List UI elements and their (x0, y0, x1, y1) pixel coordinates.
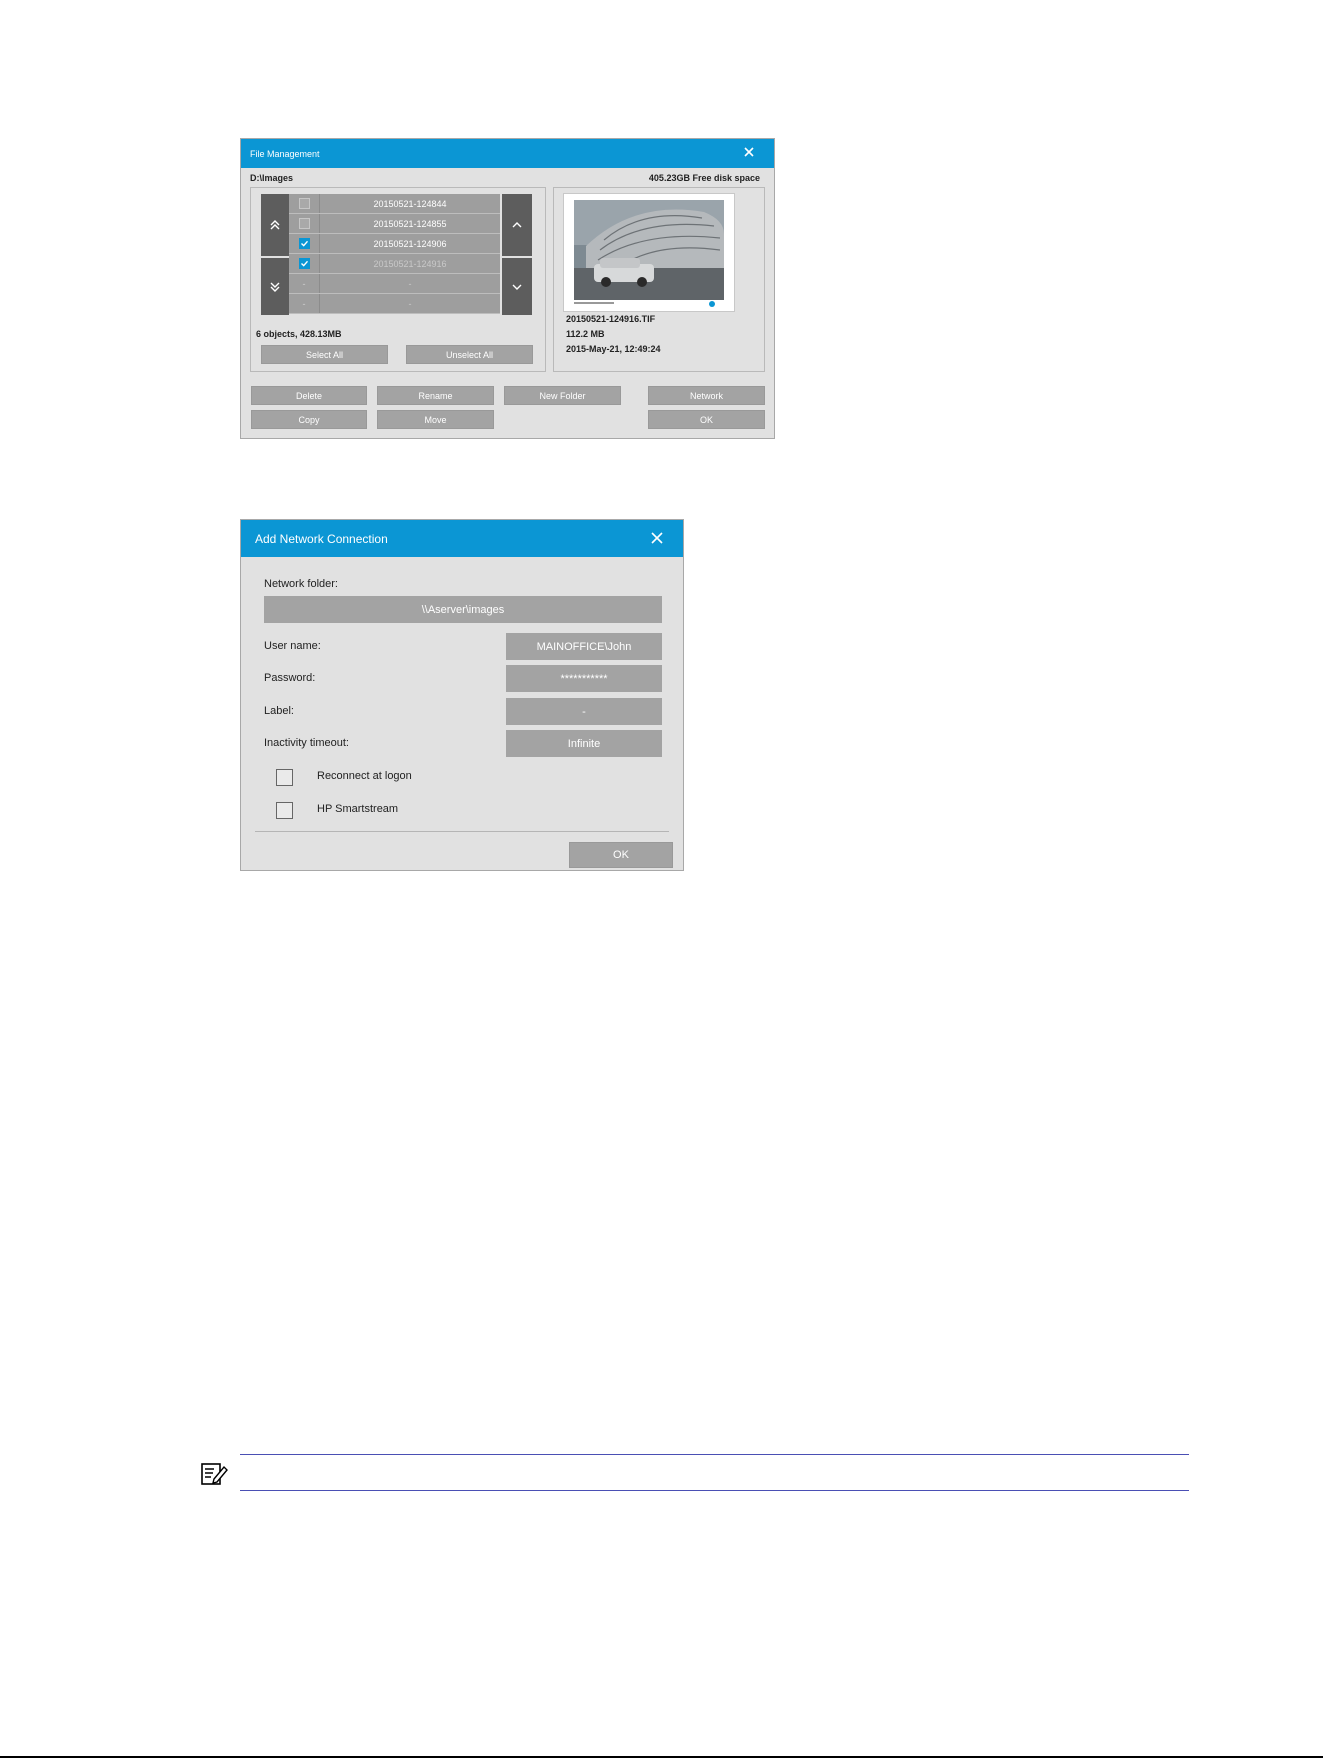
ok-button[interactable]: OK (648, 410, 765, 429)
reconnect-at-logon-checkbox[interactable] (276, 769, 293, 786)
delete-button[interactable]: Delete (251, 386, 367, 405)
list-item[interactable]: 20150521-124916 (289, 254, 500, 274)
note-bottom-rule (240, 1490, 1189, 1491)
empty-checkbox-placeholder: - (302, 298, 306, 309)
reconnect-at-logon-label: Reconnect at logon (317, 770, 412, 782)
file-checkbox[interactable] (298, 258, 310, 269)
hp-smartstream-label: HP Smartstream (317, 803, 399, 815)
list-item: - - (289, 274, 500, 294)
note-top-rule (240, 1454, 1189, 1455)
file-name: - (408, 298, 412, 309)
scroll-bottom-button[interactable] (261, 258, 289, 315)
empty-checkbox-placeholder: - (302, 278, 306, 289)
user-name-label: User name: (264, 640, 321, 652)
preview-size: 112.2 MB (566, 329, 605, 339)
file-checkbox[interactable] (298, 218, 310, 229)
user-name-field[interactable]: MAINOFFICE\John (506, 633, 662, 660)
password-field[interactable]: *********** (506, 665, 662, 692)
close-icon[interactable] (649, 530, 665, 549)
file-name: 20150521-124855 (373, 218, 447, 229)
chevron-up-icon (512, 222, 522, 228)
label-label: Label: (264, 705, 294, 717)
move-button[interactable]: Move (377, 410, 494, 429)
image-preview (563, 193, 735, 312)
password-label: Password: (264, 672, 316, 684)
scroll-top-button[interactable] (261, 194, 289, 256)
file-name: 20150521-124906 (373, 238, 447, 249)
checkmark-icon (300, 240, 308, 247)
network-folder-field[interactable]: \\Aserver\images (264, 596, 662, 623)
label-field[interactable]: - (506, 698, 662, 725)
divider (255, 831, 669, 832)
free-disk-space: 405.23GB Free disk space (648, 173, 760, 183)
list-item[interactable]: 20150521-124855 (289, 214, 500, 234)
new-folder-button[interactable]: New Folder (504, 386, 621, 405)
inactivity-timeout-label: Inactivity timeout: (264, 737, 349, 749)
network-button[interactable]: Network (648, 386, 765, 405)
dialog-title-bar: Add Network Connection (241, 520, 683, 557)
current-path: D:\Images (250, 173, 294, 183)
list-item: - - (289, 294, 500, 314)
network-folder-label: Network folder: (264, 578, 338, 590)
file-checkbox[interactable] (298, 238, 310, 249)
copy-button[interactable]: Copy (251, 410, 367, 429)
checkmark-icon (300, 260, 308, 267)
file-list: 20150521-124844 20150521-124855 20150521… (289, 194, 500, 314)
preview-filename: 20150521-124916.TIF (566, 314, 656, 324)
preview-date: 2015-May-21, 12:49:24 (566, 344, 661, 354)
scroll-down-button[interactable] (502, 258, 532, 315)
dialog-title: File Management (250, 149, 320, 159)
rename-button[interactable]: Rename (377, 386, 494, 405)
file-checkbox[interactable] (298, 198, 310, 209)
objects-summary: 6 objects, 428.13MB (256, 329, 342, 339)
double-chevron-up-icon (270, 220, 280, 230)
add-network-connection-dialog: Add Network Connection Network folder: \… (240, 519, 684, 871)
list-item[interactable]: 20150521-124906 (289, 234, 500, 254)
page-footer-rule (0, 1756, 1323, 1758)
dialog-title: Add Network Connection (255, 532, 388, 546)
select-all-button[interactable]: Select All (261, 345, 388, 364)
list-item[interactable]: 20150521-124844 (289, 194, 500, 214)
file-name: 20150521-124844 (373, 198, 447, 209)
dialog-title-bar: File Management (241, 139, 774, 168)
double-chevron-down-icon (270, 282, 280, 292)
close-icon[interactable] (742, 145, 756, 161)
building-photo-thumbnail (564, 194, 734, 311)
file-name: - (408, 278, 412, 289)
inactivity-timeout-select[interactable]: Infinite (506, 730, 662, 757)
chevron-down-icon (512, 284, 522, 290)
note-icon (200, 1461, 228, 1492)
ok-button[interactable]: OK (569, 842, 673, 868)
scroll-up-button[interactable] (502, 194, 532, 256)
file-management-dialog: File Management D:\Images 405.23GB Free … (240, 138, 775, 439)
preview-panel: 20150521-124916.TIF 112.2 MB 2015-May-21… (553, 187, 765, 372)
hp-smartstream-checkbox[interactable] (276, 802, 293, 819)
unselect-all-button[interactable]: Unselect All (406, 345, 533, 364)
file-name: 20150521-124916 (373, 258, 447, 269)
